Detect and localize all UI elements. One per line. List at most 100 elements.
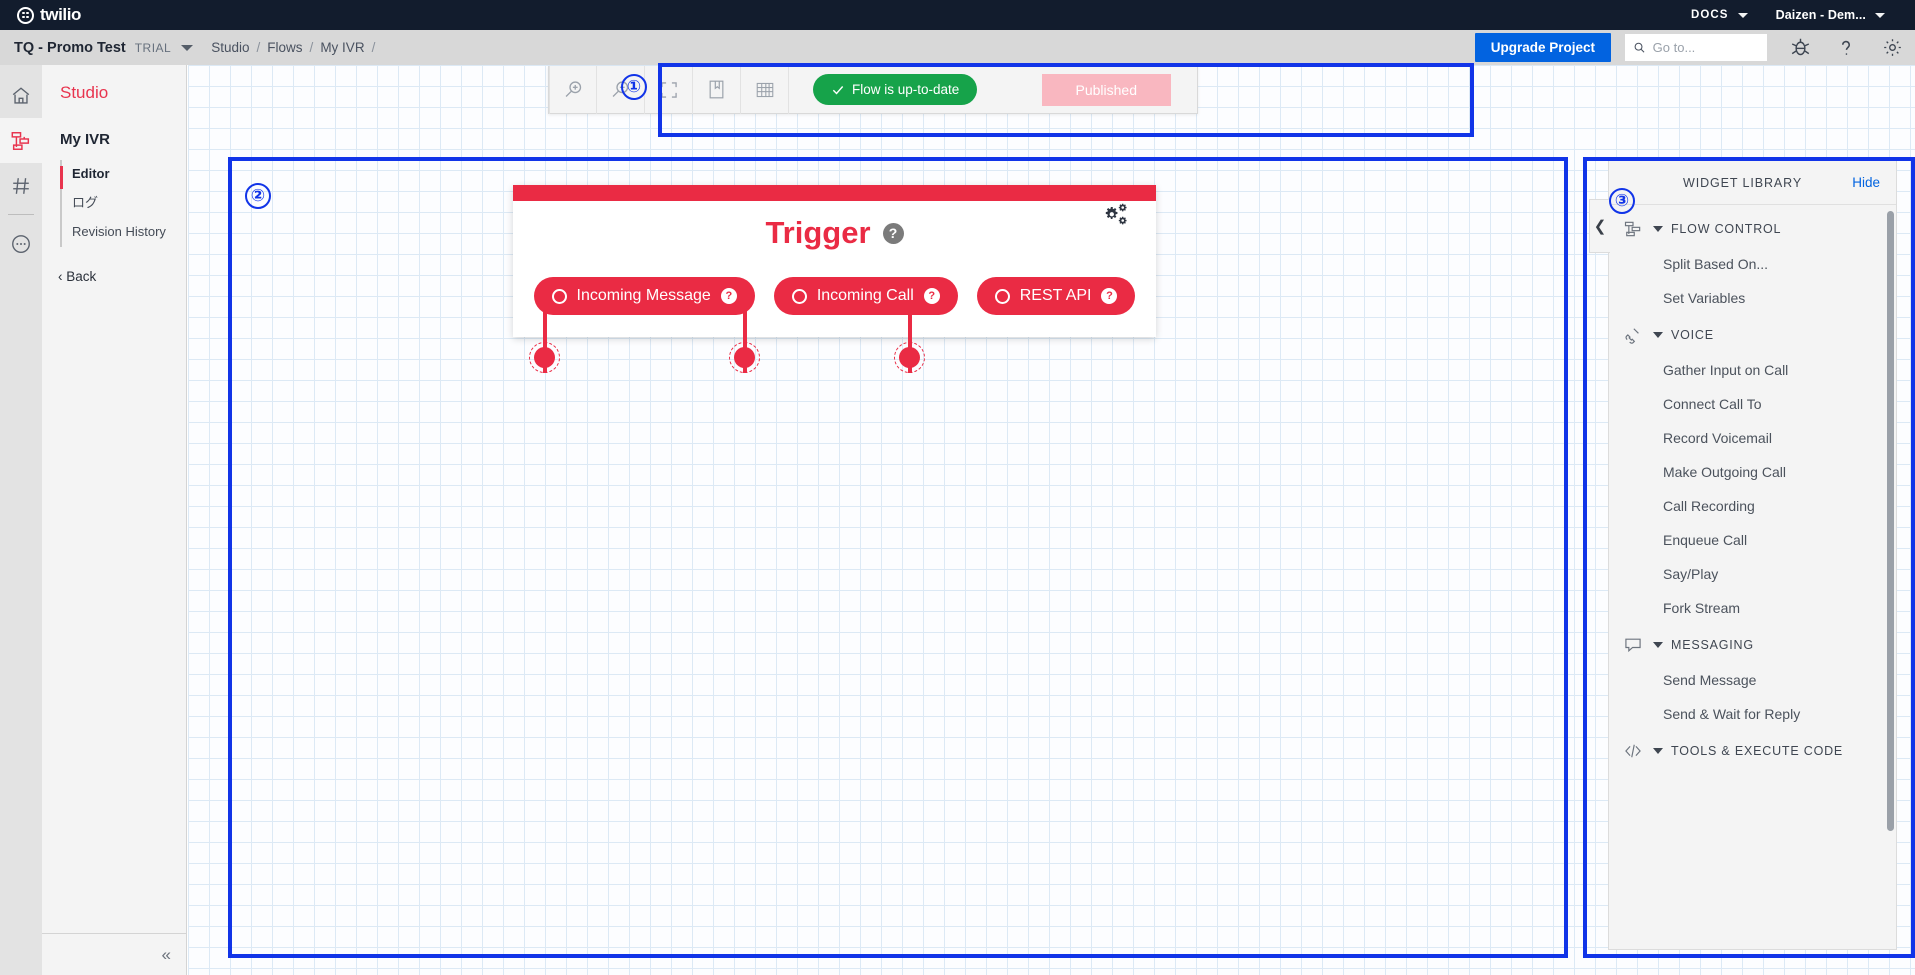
sidebar-item-editor[interactable]: Editor	[62, 160, 186, 189]
collapse-left-icon: «	[161, 944, 171, 964]
output-port-icon[interactable]	[551, 288, 567, 304]
chevron-down-icon	[1653, 332, 1663, 338]
grid-toggle-icon[interactable]	[741, 65, 789, 114]
sidebar-item-logs[interactable]: ログ	[62, 189, 186, 218]
sidebar-product-link[interactable]: Studio	[60, 83, 186, 103]
trigger-pill-incoming-message[interactable]: Incoming Message ?	[533, 277, 755, 315]
chevron-left-icon[interactable]: ❮	[1589, 199, 1610, 253]
widget-item-make-outgoing-call[interactable]: Make Outgoing Call	[1609, 455, 1896, 489]
header-icon-group	[1777, 30, 1915, 65]
widget-library-title: WIDGET LIBRARY	[1683, 175, 1803, 190]
trigger-accent-bar	[513, 185, 1156, 201]
widget-category-label: MESSAGING	[1671, 638, 1754, 652]
project-header-bar: TQ - Promo Test TRIAL Studio / Flows / M…	[0, 30, 1915, 65]
widget-category-messaging[interactable]: MESSAGING	[1609, 625, 1896, 663]
widget-item-send-message[interactable]: Send Message	[1609, 663, 1896, 697]
hide-panel-button[interactable]: Hide	[1852, 175, 1880, 190]
widget-item-say-play[interactable]: Say/Play	[1609, 557, 1896, 591]
widget-item-enqueue-call[interactable]: Enqueue Call	[1609, 523, 1896, 557]
widget-item-gather-input-on-call[interactable]: Gather Input on Call	[1609, 353, 1896, 387]
widget-category-label: FLOW CONTROL	[1671, 222, 1782, 236]
breadcrumb-item-studio[interactable]: Studio	[211, 40, 249, 55]
widget-item-call-recording[interactable]: Call Recording	[1609, 489, 1896, 523]
secondary-sidebar: Studio My IVR Editor ログ Revision History…	[42, 65, 187, 975]
breadcrumb-separator: /	[309, 40, 314, 55]
annotation-marker-1: ①	[621, 74, 647, 100]
publish-button: Published	[1041, 73, 1171, 106]
twilio-brand[interactable]: twilio	[17, 5, 81, 25]
widget-library-list[interactable]: FLOW CONTROL Split Based On... Set Varia…	[1609, 205, 1896, 949]
help-icon[interactable]: ?	[720, 288, 737, 304]
breadcrumb-separator: /	[256, 40, 261, 55]
fit-to-screen-icon[interactable]	[645, 65, 693, 114]
search-input[interactable]	[1652, 40, 1759, 55]
more-icon[interactable]	[0, 221, 42, 266]
widget-category-voice[interactable]: VOICE	[1609, 315, 1896, 353]
upgrade-project-button[interactable]: Upgrade Project	[1474, 33, 1611, 62]
annotation-marker-2: ②	[245, 183, 271, 209]
trigger-pill-incoming-call[interactable]: Incoming Call ?	[773, 277, 958, 315]
hash-icon[interactable]	[0, 163, 42, 208]
help-icon[interactable]: ?	[1101, 288, 1118, 304]
search-icon	[1634, 42, 1645, 53]
trigger-pill-rest-api[interactable]: REST API ?	[976, 277, 1136, 315]
breadcrumb-separator: /	[371, 40, 376, 55]
widget-item-fork-stream[interactable]: Fork Stream	[1609, 591, 1896, 625]
widget-item-set-variables[interactable]: Set Variables	[1609, 281, 1896, 315]
help-icon[interactable]	[1823, 30, 1869, 65]
widget-library-icon[interactable]	[693, 65, 741, 114]
gears-icon[interactable]	[1102, 203, 1132, 234]
sidebar-item-revision-history[interactable]: Revision History	[62, 218, 186, 247]
bug-icon[interactable]	[1777, 30, 1823, 65]
twilio-logo-icon	[17, 6, 34, 24]
chevron-down-icon	[1653, 226, 1663, 232]
connector-endpoint[interactable]	[894, 342, 925, 373]
account-menu[interactable]: Daizen - Dem...	[1762, 8, 1899, 22]
widget-item-record-voicemail[interactable]: Record Voicemail	[1609, 421, 1896, 455]
scrollbar[interactable]	[1887, 211, 1894, 831]
global-search[interactable]	[1625, 34, 1767, 61]
plan-badge: TRIAL	[134, 40, 172, 55]
widget-library-header: WIDGET LIBRARY Hide	[1609, 161, 1896, 205]
studio-icon[interactable]	[0, 118, 42, 163]
top-navigation-bar: twilio DOCS Daizen - Dem...	[0, 0, 1915, 30]
breadcrumb: Studio / Flows / My IVR /	[211, 40, 375, 55]
output-port-icon[interactable]	[994, 288, 1010, 304]
account-label: Daizen - Dem...	[1775, 8, 1866, 22]
widget-item-split-based-on[interactable]: Split Based On...	[1609, 247, 1896, 281]
widget-category-label: TOOLS & EXECUTE CODE	[1671, 744, 1844, 758]
project-switcher-chevron-down-icon[interactable]	[181, 44, 194, 51]
gear-icon[interactable]	[1869, 30, 1915, 65]
zoom-in-icon[interactable]	[549, 65, 597, 114]
chevron-down-icon	[1653, 642, 1663, 648]
widget-category-flow-control[interactable]: FLOW CONTROL	[1609, 209, 1896, 247]
docs-menu[interactable]: DOCS	[1677, 9, 1762, 21]
help-icon[interactable]: ?	[882, 222, 904, 244]
connector-endpoint[interactable]	[729, 342, 760, 373]
connector-endpoint[interactable]	[529, 342, 560, 373]
sidebar-nav-list: Editor ログ Revision History	[60, 160, 186, 247]
project-name: TQ - Promo Test	[14, 39, 126, 56]
status-badge[interactable]: Flow is up-to-date	[813, 74, 978, 105]
chevron-down-icon	[1653, 748, 1663, 754]
docs-label: DOCS	[1690, 9, 1729, 21]
rail-divider	[8, 214, 34, 215]
widget-category-tools-execute-code[interactable]: TOOLS & EXECUTE CODE	[1609, 731, 1896, 769]
chat-icon	[1623, 635, 1645, 655]
breadcrumb-item-my-ivr[interactable]: My IVR	[320, 40, 364, 55]
sidebar-collapse-button[interactable]: «	[42, 933, 187, 975]
widget-library-panel: ❮ WIDGET LIBRARY Hide FLOW CONTROL Split…	[1589, 160, 1897, 950]
help-icon[interactable]: ?	[923, 288, 940, 304]
widget-category-label: VOICE	[1671, 328, 1714, 342]
widget-item-send-and-wait-for-reply[interactable]: Send & Wait for Reply	[1609, 697, 1896, 731]
trigger-body: Trigger ? Incoming Message ? Incoming Ca…	[513, 201, 1156, 337]
breadcrumb-item-flows[interactable]: Flows	[267, 40, 302, 55]
sidebar-back-link[interactable]: ‹ Back	[58, 269, 186, 284]
widget-item-connect-call-to[interactable]: Connect Call To	[1609, 387, 1896, 421]
trigger-pill-label: Incoming Call	[816, 287, 914, 304]
home-icon[interactable]	[0, 73, 42, 118]
output-port-icon[interactable]	[791, 288, 807, 304]
trigger-widget[interactable]: Trigger ? Incoming Message ? Incoming Ca…	[513, 185, 1156, 337]
trigger-title-row: Trigger ?	[513, 215, 1156, 251]
trigger-outputs: Incoming Message ? Incoming Call ? REST …	[513, 277, 1156, 315]
